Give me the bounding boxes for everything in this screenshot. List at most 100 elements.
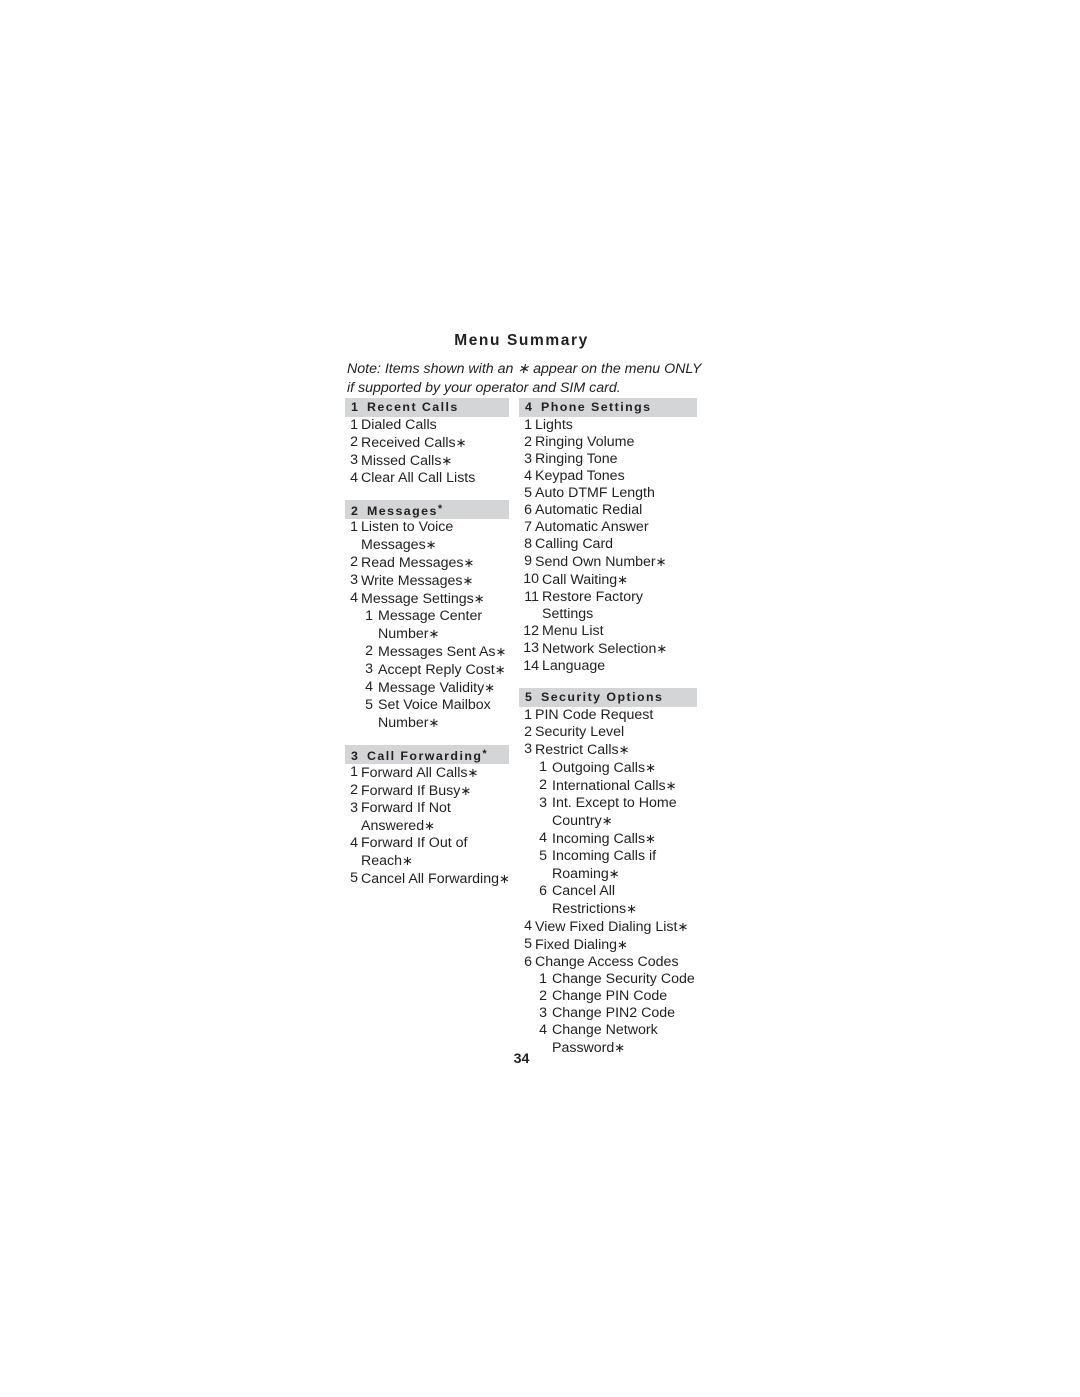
menu-item: 11 Restore Factory Settings: [519, 589, 695, 623]
asterisk-icon: ∗: [665, 778, 677, 793]
menu-item-number: 3: [539, 795, 547, 811]
menu-item-number: 4: [524, 918, 532, 934]
menu-item-label: PIN Code Request: [535, 707, 654, 723]
menu-item: 3 Int. Except to Home Country∗: [519, 795, 695, 830]
menu-item: 6 Change Access Codes: [519, 954, 695, 971]
asterisk-icon: ∗: [467, 765, 479, 780]
menu-item: 13 Network Selection∗: [519, 640, 695, 658]
section-number: 2: [351, 504, 360, 518]
menu-item-number: 2: [365, 643, 373, 659]
menu-item-number: 1: [350, 764, 358, 780]
section-title: Phone Settings: [541, 400, 652, 414]
menu-item: 2 International Calls∗: [519, 777, 695, 795]
menu-item-number: 6: [524, 954, 532, 970]
menu-item-label: Int. Except to Home Country: [552, 795, 677, 829]
menu-item-label: Restore Factory Settings: [542, 589, 643, 622]
asterisk-icon: ∗: [495, 644, 507, 659]
menu-item-label: Lights: [535, 417, 573, 433]
menu-item: 2 Forward If Busy∗: [345, 782, 521, 800]
section-header-messages: 2 Messages*: [345, 500, 509, 519]
menu-item-number: 1: [365, 608, 373, 624]
menu-item: 2 Ringing Volume: [519, 434, 695, 451]
menu-item: 3 Forward If Not Answered∗: [345, 800, 521, 835]
menu-item: 3 Change PIN2 Code: [519, 1005, 695, 1022]
menu-item-number: 11: [524, 589, 539, 605]
menu-item-number: 4: [524, 468, 532, 484]
manual-page: Menu Summary Note: Items shown with an ∗…: [0, 0, 1080, 1397]
menu-item-label: Read Messages: [361, 555, 464, 571]
menu-item-label: Incoming Calls: [552, 831, 646, 847]
menu-item-label: Accept Reply Cost: [378, 662, 495, 678]
menu-item-label: Fixed Dialing: [535, 937, 618, 953]
menu-item-number: 12: [523, 623, 539, 639]
menu-item-number: 4: [539, 830, 547, 846]
menu-item-number: 1: [539, 759, 547, 775]
menu-item-number: 2: [524, 434, 532, 450]
menu-item-label: Dialed Calls: [361, 417, 437, 433]
menu-item-number: 3: [524, 741, 532, 757]
asterisk-icon: ∗: [617, 937, 628, 952]
menu-item-label: Listen to Voice Messages: [361, 519, 454, 553]
menu-item-label: Calling Card: [535, 536, 614, 552]
menu-item: 6 Cancel All Restrictions∗: [519, 883, 695, 918]
menu-item: 3 Accept Reply Cost∗: [345, 661, 521, 679]
menu-item: 4 Clear All Call Lists: [345, 470, 521, 487]
menu-item-label: Outgoing Calls: [552, 760, 646, 776]
menu-item-number: 3: [524, 451, 532, 467]
menu-item: 3 Missed Calls∗: [345, 452, 521, 470]
menu-item-label: Language: [542, 658, 606, 674]
menu-item-label: Automatic Redial: [535, 502, 643, 518]
menu-item-list: 1 Listen to Voice Messages∗ 2 Read Messages…: [345, 519, 521, 732]
section-title: Recent Calls: [367, 400, 459, 414]
section-header-security-options: 5 Security Options: [519, 688, 697, 707]
menu-item-label: Ringing Volume: [535, 434, 635, 450]
menu-item-number: 4: [350, 470, 358, 486]
asterisk-icon: ∗: [428, 626, 440, 641]
menu-item-number: 3: [350, 452, 358, 468]
menu-item-label: Ringing Tone: [535, 451, 618, 467]
menu-item-number: 1: [539, 971, 547, 987]
menu-item-number: 5: [539, 848, 547, 864]
menu-item-number: 4: [350, 835, 358, 851]
menu-item-label: Missed Calls: [361, 453, 442, 469]
menu-item: 9 Send Own Number∗: [519, 553, 695, 571]
asterisk-icon: ∗: [428, 715, 440, 730]
menu-column-right: 4 Phone Settings 1 Lights 2 Ringing Volume 3 R…: [519, 398, 697, 1057]
menu-item-label: Received Calls: [361, 435, 456, 451]
menu-item-number: 5: [350, 870, 358, 886]
note-line-2: if supported by your operator and SIM ca…: [347, 379, 621, 396]
asterisk-icon: ∗: [655, 554, 667, 569]
menu-item-number: 5: [524, 936, 532, 952]
menu-item-number: 5: [365, 697, 373, 713]
menu-item-number: 3: [539, 1005, 547, 1021]
menu-item-label: View Fixed Dialing List: [535, 919, 678, 935]
menu-item: 7 Automatic Answer: [519, 519, 695, 536]
menu-item-number: 9: [524, 553, 532, 569]
menu-item-label: Clear All Call Lists: [361, 470, 476, 486]
menu-item-number: 7: [524, 519, 532, 535]
menu-item: 4 View Fixed Dialing List∗: [519, 918, 695, 936]
menu-item: 4 Message Settings∗: [345, 590, 521, 608]
menu-item: 1 Listen to Voice Messages∗: [345, 519, 521, 554]
menu-item-number: 8: [524, 536, 532, 552]
menu-item: 4 Forward If Out of Reach∗: [345, 835, 521, 870]
menu-item-label: Write Messages: [361, 573, 463, 589]
menu-item: 2 Received Calls∗: [345, 434, 521, 452]
menu-item: 1 Lights: [519, 417, 695, 434]
menu-item-label: Auto DTMF Length: [535, 485, 655, 501]
menu-item-label: Incoming Calls if Roaming: [552, 848, 657, 882]
section-number: 3: [351, 749, 360, 763]
menu-item-label: Change PIN Code: [552, 988, 668, 1004]
menu-item-number: 4: [539, 1022, 547, 1038]
asterisk-icon: ∗: [656, 641, 668, 656]
menu-item: 5 Cancel All Forwarding∗: [345, 870, 521, 888]
menu-item: 2 Read Messages∗: [345, 554, 521, 572]
menu-item-number: 6: [539, 883, 547, 899]
menu-item: 5 Set Voice Mailbox Number∗: [345, 697, 521, 732]
asterisk-icon: *: [482, 748, 487, 760]
asterisk-icon: ∗: [402, 853, 413, 868]
menu-item: 4 Message Validity∗: [345, 679, 521, 697]
asterisk-note: Note: Items shown with an ∗ appear on th…: [347, 360, 707, 397]
asterisk-icon: ∗: [463, 555, 475, 570]
menu-item-number: 2: [539, 988, 547, 1004]
